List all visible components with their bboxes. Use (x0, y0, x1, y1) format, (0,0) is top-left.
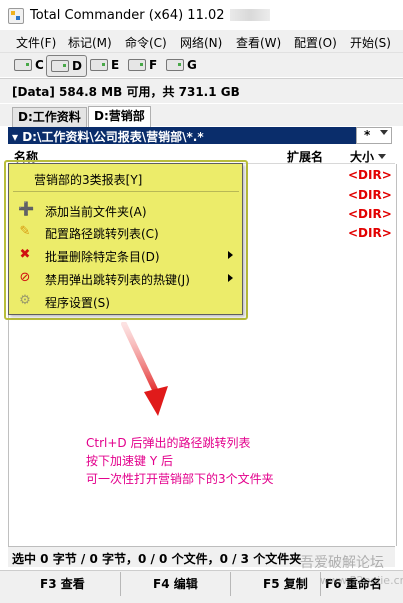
annotation-line: 可一次性打开营销部下的3个文件夹 (86, 472, 274, 486)
menu-command[interactable]: 命令(C) (125, 34, 167, 51)
submenu-arrow-icon (228, 251, 233, 259)
f3-view-button[interactable]: F3 查看 (40, 574, 85, 594)
hard-drive-icon (128, 59, 146, 71)
submenu-arrow-icon (228, 274, 233, 282)
menu-config[interactable]: 配置(O) (294, 34, 337, 51)
drive-d-button[interactable]: D (46, 55, 87, 77)
menu-item-batch-delete[interactable]: 批量删除特定条目(D) (45, 248, 160, 265)
tab-marketing[interactable]: D:营销部 (88, 106, 151, 128)
menu-file[interactable]: 文件(F) (16, 34, 56, 51)
menu-item-disable-hotkey[interactable]: 禁用弹出跳转列表的热键(J) (45, 271, 190, 288)
hard-drive-icon (14, 59, 32, 71)
gear-icon: ⚙ (19, 293, 31, 308)
menu-network[interactable]: 网络(N) (180, 34, 222, 51)
menu-item-add-folder[interactable]: 添加当前文件夹(A) (45, 203, 147, 220)
drive-label: G (187, 58, 197, 72)
tab-work-data[interactable]: D:工作资料 (12, 107, 87, 128)
pencil-icon: ✎ (19, 224, 31, 239)
row-size: <DIR> (348, 188, 392, 202)
watermark: 吾爱破解论坛 (300, 555, 384, 571)
current-path[interactable]: ▾ D:\工作资料\公司报表\营销部\*.* (12, 128, 204, 145)
menu-item-settings[interactable]: 程序设置(S) (45, 294, 110, 311)
prohibit-icon: ⊘ (19, 270, 31, 285)
selection-status: 选中 0 字节 / 0 字节，0 / 0 个文件，0 / 3 个文件夹 (12, 552, 302, 566)
filter-value: * (364, 128, 371, 142)
row-size: <DIR> (348, 226, 392, 240)
app-icon (8, 8, 24, 24)
hotlist-header-item[interactable]: 营销部的3类报表[Y] (34, 171, 142, 188)
drive-info: [Data] 584.8 MB 可用，共 731.1 GB (12, 85, 240, 99)
fkey-divider (230, 572, 231, 596)
sort-arrow-icon (378, 154, 386, 159)
window-title: Total Commander (x64) 11.02 (30, 8, 225, 23)
drive-c-button[interactable]: C (14, 55, 44, 75)
column-size[interactable]: 大小 (350, 148, 374, 165)
f4-edit-button[interactable]: F4 编辑 (153, 574, 198, 594)
column-ext[interactable]: 扩展名 (287, 148, 323, 165)
row-size: <DIR> (348, 168, 392, 182)
hard-drive-icon (90, 59, 108, 71)
f5-copy-button[interactable]: F5 复制 (263, 574, 308, 594)
drive-e-button[interactable]: E (90, 55, 119, 75)
chevron-down-icon (380, 130, 388, 135)
drive-label: C (35, 58, 44, 72)
drive-f-button[interactable]: F (128, 55, 157, 75)
annotation-line: Ctrl+D 后弹出的路径跳转列表 (86, 436, 251, 450)
row-size: <DIR> (348, 207, 392, 221)
menu-separator (13, 191, 239, 192)
red-arrow-icon (121, 322, 168, 416)
drive-label: E (111, 58, 120, 72)
hard-drive-icon (166, 59, 184, 71)
menu-item-configure[interactable]: 配置路径跳转列表(C) (45, 225, 159, 242)
menu-view[interactable]: 查看(W) (236, 34, 281, 51)
annotation-line: 按下加速键 Y 后 (86, 454, 173, 468)
drive-label: D (72, 59, 82, 73)
watermark-url: www.52pojie.cn (320, 574, 403, 587)
menu-mark[interactable]: 标记(M) (68, 34, 112, 51)
x-mark-icon: ✖ (19, 247, 31, 262)
menu-start[interactable]: 开始(S) (350, 34, 391, 51)
add-circle-icon: ➕ (18, 202, 35, 217)
blurred-region (230, 9, 270, 21)
drive-label: F (149, 58, 158, 72)
drive-g-button[interactable]: G (166, 55, 197, 75)
fkey-divider (120, 572, 121, 596)
hard-drive-icon (51, 60, 69, 72)
